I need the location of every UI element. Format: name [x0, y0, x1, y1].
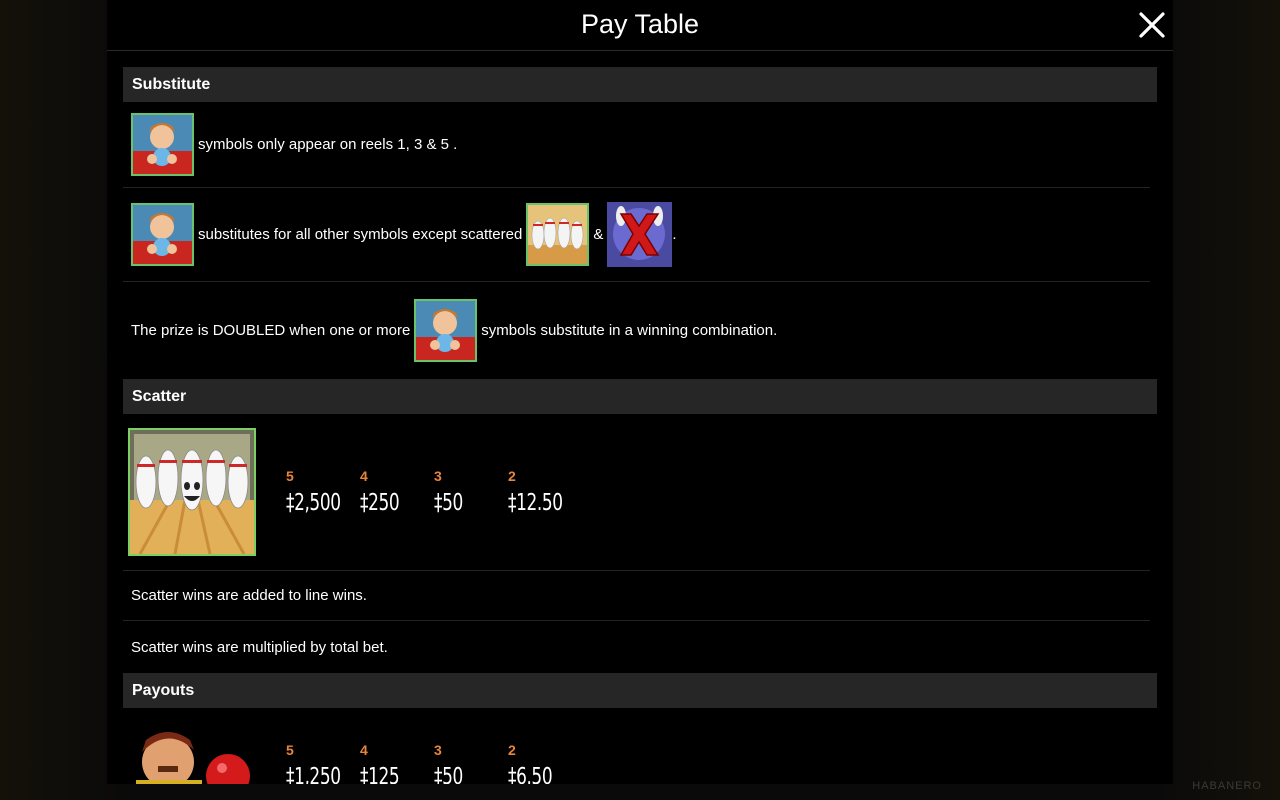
pay-table-panel: Pay Table Substitute symbols only appear…: [107, 0, 1173, 784]
panel-header: Pay Table: [107, 0, 1173, 51]
scatter-note-row: Scatter wins are multiplied by total bet…: [123, 621, 1150, 673]
pay-table-content[interactable]: Substitute symbols only appear on reels …: [123, 67, 1157, 784]
strike-x-scatter-symbol-icon: [607, 202, 673, 267]
brand-watermark: HABANERO: [1192, 780, 1262, 792]
pay-count: 2: [508, 468, 516, 484]
payouts-pay-row: 5 ‡1,250 4 ‡125 3 ‡50 2 ‡6.50: [123, 708, 1157, 784]
pay-count: 3: [434, 468, 442, 484]
pay-amount: ‡12.50: [508, 490, 563, 516]
pay-amount: ‡1,250: [286, 764, 341, 784]
pay-entry: 4 ‡250: [360, 468, 434, 516]
substitute-rule-text: substitutes for all other symbols except…: [198, 226, 523, 243]
pay-amount: ‡2,500: [286, 490, 341, 516]
period-text: .: [672, 226, 677, 243]
ampersand-text: &: [593, 226, 604, 243]
substitute-rule-text: symbols only appear on reels 1, 3 & 5 .: [198, 136, 458, 153]
close-button[interactable]: [1137, 10, 1167, 40]
bowling-pins-scatter-symbol-icon: [526, 203, 590, 266]
bowler-wild-symbol-icon: [131, 203, 194, 266]
pay-entry: 2 ‡6.50: [508, 742, 582, 784]
substitute-row: The prize is DOUBLED when one or more sy…: [123, 282, 1150, 379]
pay-entry: 3 ‡50: [434, 468, 508, 516]
page-title: Pay Table: [580, 9, 700, 39]
pay-amount: ‡125: [360, 764, 400, 784]
scatter-pays: 5 ‡2,500 4 ‡250 3 ‡50 2 ‡12.50: [286, 468, 582, 516]
doubled-rule-text: symbols substitute in a winning combinat…: [481, 322, 778, 339]
bowler-wild-symbol-icon: [414, 299, 478, 362]
pay-amount: ‡50: [434, 490, 463, 516]
substitute-row: symbols only appear on reels 1, 3 & 5 .: [123, 102, 1150, 188]
pay-entry: 4 ‡125: [360, 742, 434, 784]
scatter-note-text: Scatter wins are multiplied by total bet…: [131, 638, 388, 656]
pay-entry: 2 ‡12.50: [508, 468, 582, 516]
pay-count: 2: [508, 742, 516, 758]
payouts-pays: 5 ‡1,250 4 ‡125 3 ‡50 2 ‡6.50: [286, 742, 582, 784]
substitute-section-header: Substitute: [123, 67, 1157, 102]
bowler-character-symbol-icon: [128, 720, 256, 784]
pay-entry: 5 ‡2,500: [286, 468, 360, 516]
close-icon: [1139, 12, 1165, 38]
scatter-note-row: Scatter wins are added to line wins.: [123, 570, 1150, 621]
scatter-section-header: Scatter: [123, 379, 1157, 414]
pay-count: 3: [434, 742, 442, 758]
pay-count: 4: [360, 468, 368, 484]
bowler-wild-symbol-icon: [131, 113, 194, 176]
pay-count: 5: [286, 468, 294, 484]
pay-amount: ‡250: [360, 490, 400, 516]
substitute-row: substitutes for all other symbols except…: [123, 188, 1150, 282]
pay-entry: 3 ‡50: [434, 742, 508, 784]
payouts-section-header: Payouts: [123, 673, 1157, 708]
scatter-note-text: Scatter wins are added to line wins.: [131, 587, 367, 604]
pay-amount: ‡6.50: [508, 764, 553, 784]
scatter-pay-row: 5 ‡2,500 4 ‡250 3 ‡50 2 ‡12.50: [123, 414, 1157, 570]
pay-amount: ‡50: [434, 764, 463, 784]
pay-count: 4: [360, 742, 368, 758]
doubled-rule-text: The prize is DOUBLED when one or more: [131, 322, 411, 339]
pay-entry: 5 ‡1,250: [286, 742, 360, 784]
bowling-pins-scatter-symbol-icon: [128, 428, 256, 556]
pay-count: 5: [286, 742, 294, 758]
